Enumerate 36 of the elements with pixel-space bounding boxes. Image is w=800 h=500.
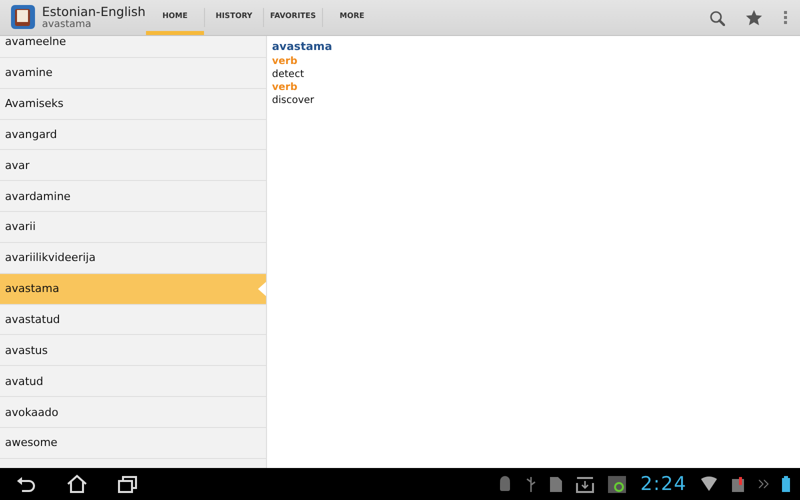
recent-apps-icon[interactable]	[118, 475, 138, 493]
word-list-item[interactable]: Avamiseks	[0, 88, 266, 120]
usb-icon	[526, 476, 536, 492]
word-list-item[interactable]: avameelne	[0, 36, 266, 58]
word-list-item[interactable]: avarii	[0, 212, 266, 243]
word-list-item[interactable]: awesome	[0, 428, 266, 459]
home-icon[interactable]	[66, 474, 88, 494]
sd-card-icon	[549, 476, 564, 492]
overflow-menu-icon[interactable]	[783, 10, 788, 25]
clock: 2:24	[640, 473, 687, 495]
search-icon[interactable]	[709, 10, 725, 26]
app-title: Estonian-English	[42, 4, 142, 18]
part-of-speech: verb	[272, 55, 298, 68]
battery-icon	[782, 476, 790, 492]
chevron-icon	[758, 478, 769, 490]
word-list-item[interactable]: avokaado	[0, 397, 266, 428]
download-icon	[576, 476, 594, 492]
screenshot-icon	[607, 474, 628, 494]
word-list-item[interactable]: avamine	[0, 58, 266, 89]
word-list-item[interactable]: avangard	[0, 120, 266, 150]
back-icon[interactable]	[16, 475, 36, 493]
wifi-icon	[700, 476, 718, 492]
word-list-item[interactable]: avastama	[0, 274, 266, 305]
selection-pointer-icon	[258, 280, 266, 297]
part-of-speech: verb	[272, 81, 298, 94]
star-icon[interactable]	[745, 9, 763, 26]
word-list-item[interactable]: avar	[0, 150, 266, 182]
app-logo-icon	[10, 4, 36, 30]
translation: discover	[272, 94, 316, 107]
word-list-item[interactable]: avatud	[0, 366, 266, 398]
word-list-item[interactable]: avastus	[0, 335, 266, 366]
word-list-item[interactable]: avardamine	[0, 181, 266, 212]
translation: detect	[272, 68, 305, 81]
entry-headword: avastama	[272, 40, 334, 53]
app-subtitle: avastama	[42, 18, 92, 30]
word-list-item[interactable]: avastatud	[0, 304, 266, 336]
